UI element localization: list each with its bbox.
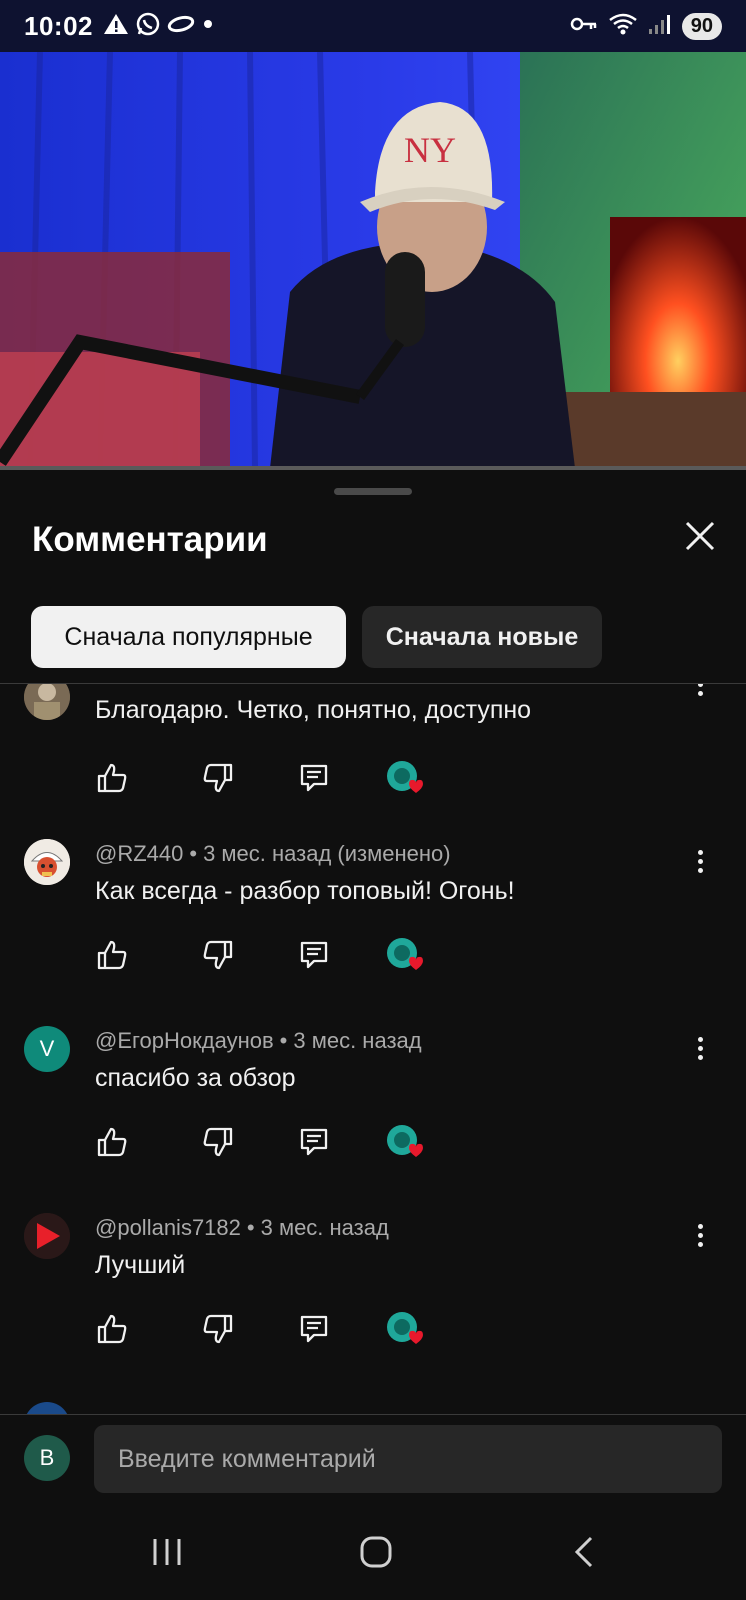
video-player[interactable]: NY [0, 52, 746, 468]
back-button[interactable] [555, 1522, 615, 1582]
comment-text: Благодарю. Четко, понятно, доступно [95, 696, 532, 724]
comment-author[interactable]: @RZ440 [95, 841, 183, 866]
creator-heart-icon [387, 1312, 423, 1344]
like-button[interactable] [92, 1122, 132, 1162]
comment-item: V @ЕгорНокдаунов • 3 мес. назад спасибо за… [0, 1026, 746, 1211]
dot-icon [201, 17, 215, 36]
whatsapp-icon [135, 11, 161, 42]
reply-button[interactable] [294, 935, 334, 975]
dislike-button[interactable] [198, 1309, 238, 1349]
thumb-up-icon [97, 763, 127, 793]
thumb-up-icon [97, 1314, 127, 1344]
comment-actions [92, 1309, 452, 1349]
thumb-up-icon [97, 940, 127, 970]
wifi-icon [608, 12, 638, 41]
creator-heart-badge [386, 935, 426, 975]
thumb-down-icon [203, 940, 233, 970]
warning-icon [103, 12, 129, 41]
comment-avatar[interactable]: V [24, 1026, 70, 1072]
composer-divider [0, 1414, 746, 1415]
creator-heart-icon [387, 1125, 423, 1157]
comment-avatar[interactable] [24, 684, 70, 720]
sort-chip-popular[interactable]: Сначала популярные [31, 606, 346, 668]
comment-avatar[interactable] [24, 1213, 70, 1259]
comment-more-button[interactable] [688, 1028, 712, 1068]
user-avatar[interactable]: B [24, 1435, 70, 1481]
dislike-button[interactable] [198, 758, 238, 798]
comment-actions [92, 1122, 452, 1162]
like-button[interactable] [92, 1309, 132, 1349]
close-icon [685, 521, 715, 551]
notification-icons [103, 11, 215, 42]
thumb-up-icon [97, 1127, 127, 1157]
comment-time: 3 мес. назад [293, 1028, 422, 1053]
comment-time: 3 мес. назад (изменено) [203, 841, 451, 866]
comment-avatar-partial[interactable] [24, 1402, 70, 1414]
creator-heart-badge [386, 1122, 426, 1162]
comment-more-button[interactable] [688, 684, 712, 704]
sheet-title: Комментарии [32, 520, 268, 559]
comment-time: 3 мес. назад [260, 1215, 389, 1240]
thumb-down-icon [203, 1127, 233, 1157]
reply-button[interactable] [294, 758, 334, 798]
comment-item: @RZ440 • 3 мес. назад (изменено) Как всегд… [0, 839, 746, 1024]
like-button[interactable] [92, 935, 132, 975]
comment-item: @pollanis7182 • 3 мес. назад Лучший [0, 1213, 746, 1398]
system-nav-bar [0, 1510, 746, 1600]
comment-meta: @RZ440 • 3 мес. назад (изменено) [95, 841, 451, 867]
creator-heart-badge [386, 758, 426, 798]
comment-avatar[interactable] [24, 839, 70, 885]
meta-separator: • [279, 1028, 288, 1053]
comment-actions [92, 935, 452, 975]
reply-icon [300, 764, 328, 792]
reply-icon [300, 1315, 328, 1343]
meta-separator: • [189, 841, 198, 866]
close-button[interactable] [678, 514, 722, 558]
sort-chip-newest[interactable]: Сначала новые [362, 606, 602, 668]
creator-heart-icon [387, 761, 423, 793]
home-button[interactable] [346, 1522, 406, 1582]
link-icon [167, 14, 195, 39]
comment-more-button[interactable] [688, 1215, 712, 1255]
comment-text: Как всегда - разбор топовый! Огонь! [95, 877, 515, 905]
svg-text:NY: NY [404, 130, 456, 170]
comment-actions [92, 758, 452, 798]
dislike-button[interactable] [198, 935, 238, 975]
creator-heart-icon [387, 938, 423, 970]
battery-indicator: 90 [681, 12, 722, 40]
key-icon [570, 14, 598, 39]
like-button[interactable] [92, 758, 132, 798]
comments-list[interactable]: Благодарю. Четко, понятно, доступно @RZ4… [0, 684, 746, 1414]
thumb-down-icon [203, 1314, 233, 1344]
meta-separator: • [246, 1215, 255, 1240]
video-frame: NY [0, 52, 746, 468]
comment-author[interactable]: @ЕгорНокдаунов [95, 1028, 274, 1053]
comment-text: Лучший [95, 1251, 186, 1279]
recent-apps-button[interactable] [137, 1522, 197, 1582]
creator-heart-badge [386, 1309, 426, 1349]
comment-item: Благодарю. Четко, понятно, доступно [0, 684, 746, 839]
thumb-down-icon [203, 763, 233, 793]
reply-button[interactable] [294, 1309, 334, 1349]
status-time: 10:02 [24, 10, 93, 41]
comment-author[interactable]: @pollanis7182 [95, 1215, 241, 1240]
comment-text: спасибо за обзор [95, 1064, 296, 1092]
comment-more-button[interactable] [688, 841, 712, 881]
comment-meta: @ЕгорНокдаунов • 3 мес. назад [95, 1028, 422, 1054]
reply-icon [300, 941, 328, 969]
home-icon [360, 1536, 392, 1568]
comments-sheet: Комментарии Сначала популярные Сначала н… [0, 470, 746, 1600]
drag-handle[interactable] [334, 488, 412, 495]
back-icon [574, 1536, 593, 1568]
comment-input[interactable] [94, 1425, 722, 1493]
system-icons: 90 [570, 12, 722, 41]
signal-icon [648, 13, 672, 40]
recent-apps-icon [153, 1539, 181, 1565]
reply-button[interactable] [294, 1122, 334, 1162]
status-bar: 10:02 90 [0, 0, 746, 52]
reply-icon [300, 1128, 328, 1156]
dislike-button[interactable] [198, 1122, 238, 1162]
comment-meta: @pollanis7182 • 3 мес. назад [95, 1215, 389, 1241]
